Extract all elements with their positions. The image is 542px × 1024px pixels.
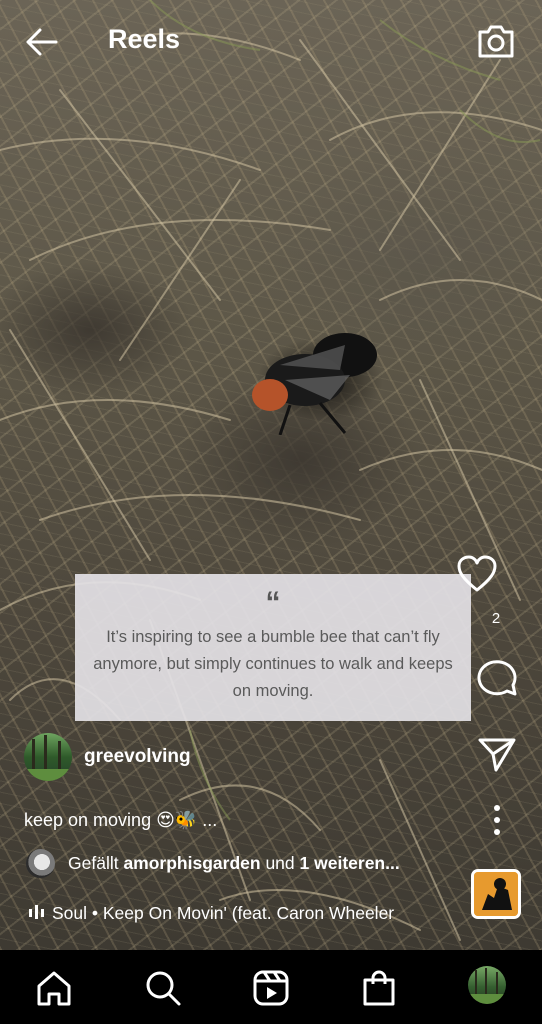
audio-bars-icon	[29, 905, 44, 919]
heart-icon[interactable]	[456, 554, 498, 594]
shop-icon[interactable]	[359, 968, 399, 1008]
arrow-left-icon[interactable]	[24, 24, 60, 60]
like-count: 2	[491, 610, 501, 627]
profile-avatar[interactable]	[468, 966, 506, 1004]
audio-track-label: Soul • Keep On Movin' (feat. Caron Wheel…	[52, 903, 395, 923]
liked-by-text[interactable]: Gefällt amorphisgarden und 1 weiteren...	[68, 853, 400, 874]
author-username[interactable]: greevolving	[84, 746, 191, 768]
top-bar: Reels	[0, 0, 542, 80]
liked-by-user[interactable]: amorphisgarden	[123, 853, 260, 873]
search-icon[interactable]	[143, 968, 183, 1008]
author-avatar[interactable]	[24, 733, 72, 781]
liked-by-others[interactable]: 1 weiteren...	[300, 853, 400, 873]
quote-mark: “	[265, 586, 281, 619]
quote-text: It’s inspiring to see a bumble bee that …	[93, 628, 453, 700]
quote-card: “ It’s inspiring to see a bumble bee tha…	[75, 574, 471, 721]
bottom-nav	[0, 950, 542, 1024]
grass-background	[0, 0, 542, 941]
audio-cover-art	[474, 872, 518, 916]
more-vertical-icon[interactable]	[490, 804, 504, 836]
liked-by-prefix: Gefällt	[68, 853, 124, 873]
paper-plane-icon[interactable]	[477, 734, 517, 774]
liked-by-avatar[interactable]	[26, 849, 55, 878]
audio-thumbnail[interactable]	[471, 869, 521, 919]
profile-avatar-image	[468, 968, 506, 1004]
liked-by-middle: und	[260, 853, 300, 873]
camera-icon[interactable]	[476, 22, 516, 60]
page-title: Reels	[108, 24, 181, 54]
reel-caption[interactable]: keep on moving 😍🐝 ...	[24, 810, 217, 831]
home-icon[interactable]	[34, 968, 74, 1008]
reels-icon[interactable]	[251, 968, 291, 1008]
forest-avatar-image	[24, 735, 72, 781]
bumble-bee	[252, 333, 377, 435]
reel-video[interactable]	[0, 0, 542, 950]
audio-track[interactable]: Soul • Keep On Movin' (feat. Caron Wheel…	[28, 903, 448, 924]
comment-icon[interactable]	[475, 655, 519, 697]
